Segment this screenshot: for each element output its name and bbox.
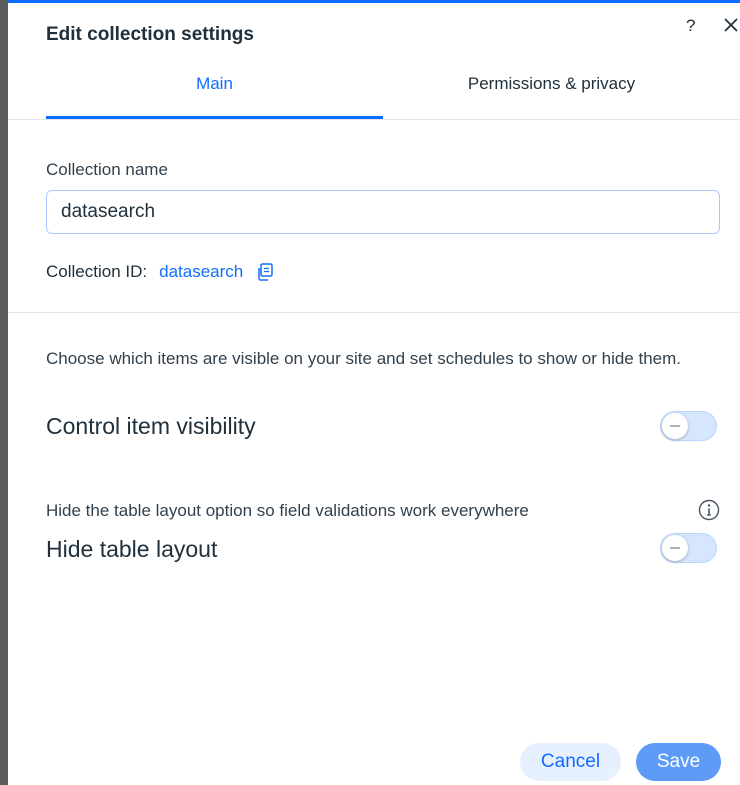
info-icon[interactable] (698, 499, 720, 521)
tab-main[interactable]: Main (46, 65, 383, 119)
edit-collection-dialog: Edit collection settings ? Main Permissi… (8, 0, 740, 785)
collection-id-row: Collection ID: datasearch (46, 262, 275, 282)
cancel-button[interactable]: Cancel (520, 743, 621, 781)
save-button[interactable]: Save (636, 743, 721, 781)
section-divider (8, 312, 740, 313)
help-icon[interactable]: ? (686, 16, 695, 36)
collection-name-input[interactable] (46, 190, 720, 234)
copy-icon[interactable] (255, 262, 275, 282)
item-visibility-description: Choose which items are visible on your s… (46, 349, 681, 368)
backdrop (0, 0, 8, 785)
table-layout-label: Hide table layout (46, 536, 218, 562)
hide-table-layout-toggle[interactable] (660, 533, 717, 563)
toggle-knob (662, 413, 688, 439)
collection-id-label: Collection ID: (46, 262, 148, 281)
toggle-knob (662, 535, 688, 561)
table-layout-description: Hide the table layout option so field va… (46, 501, 529, 520)
tab-permissions-privacy[interactable]: Permissions & privacy (383, 65, 720, 119)
dialog-title: Edit collection settings (46, 24, 254, 45)
item-visibility-toggle[interactable] (660, 411, 717, 441)
item-visibility-label: Control item visibility (46, 413, 256, 439)
collection-name-label: Collection name (46, 160, 168, 179)
collection-id-value[interactable]: datasearch (159, 262, 243, 282)
close-icon[interactable] (722, 16, 740, 34)
tab-bar: Main Permissions & privacy (8, 65, 740, 120)
